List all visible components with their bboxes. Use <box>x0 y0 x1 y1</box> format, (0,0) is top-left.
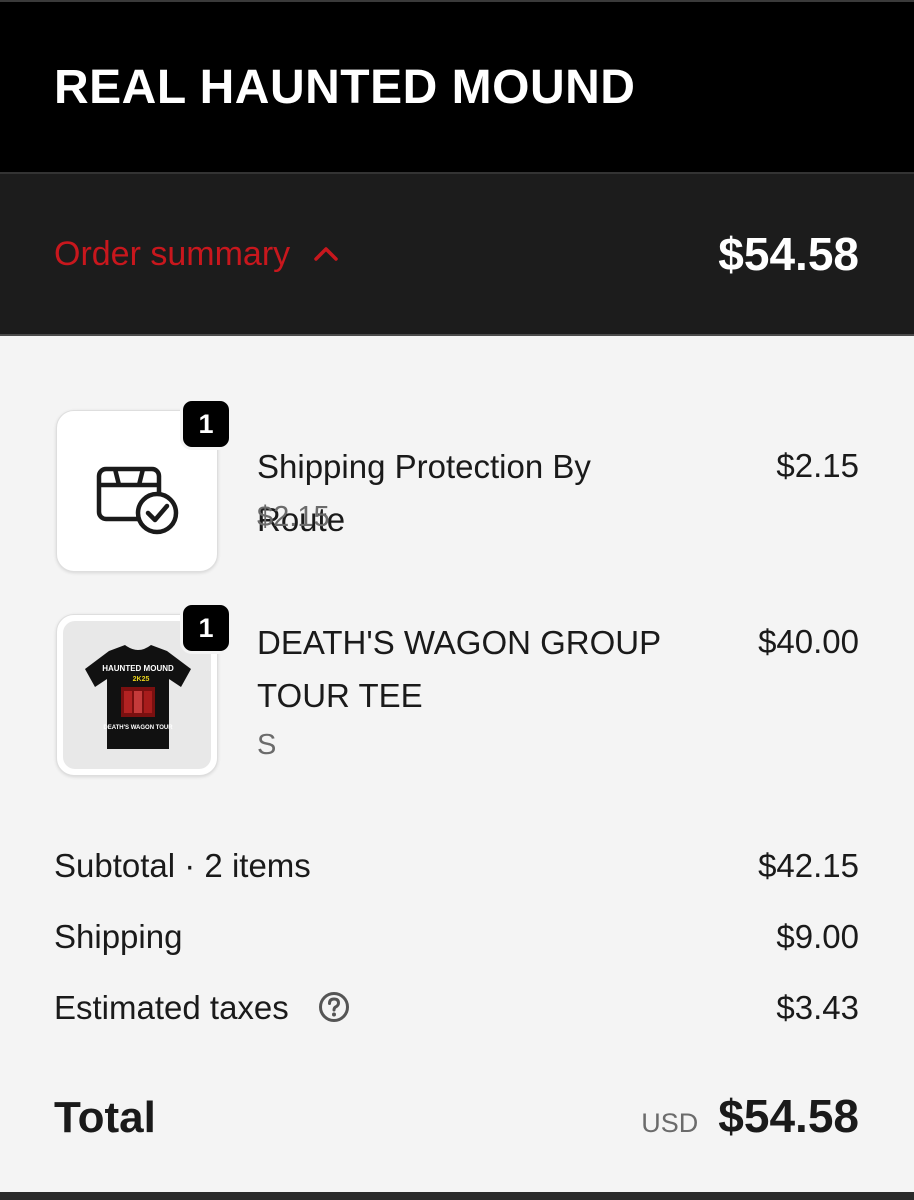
currency-code: USD <box>641 1108 699 1138</box>
taxes-value: $3.43 <box>776 989 859 1026</box>
item-name: DEATH'S WAGON GROUP TOUR TEE <box>257 624 661 714</box>
bottom-divider <box>0 1192 914 1200</box>
item-price: $40.00 <box>758 623 859 660</box>
item-subtitle: S <box>257 729 277 761</box>
total-label: Total <box>54 1093 156 1142</box>
order-summary-total: $54.58 <box>718 228 859 280</box>
package-check-icon <box>93 455 183 540</box>
shipping-label: Shipping <box>54 918 183 955</box>
subtotal-row: Subtotal · 2 items $42.15 <box>54 846 859 886</box>
item-subtitle: $2.15 <box>257 501 330 533</box>
quantity-badge: 1 <box>180 602 232 654</box>
shipping-row: Shipping $9.00 <box>54 917 859 957</box>
order-summary-label: Order summary <box>54 235 291 273</box>
shirt-title: HAUNTED MOUND <box>102 664 174 673</box>
item-price: $2.15 <box>776 447 859 484</box>
shipping-value: $9.00 <box>776 918 859 955</box>
store-header: REAL HAUNTED MOUND <box>0 0 914 172</box>
subtotal-value: $42.15 <box>758 847 859 884</box>
taxes-label: Estimated taxes <box>54 989 289 1026</box>
taxes-row: Estimated taxes $3.43 <box>54 988 859 1028</box>
quantity-badge: 1 <box>180 398 232 450</box>
taxes-label-group: Estimated taxes <box>54 988 350 1028</box>
chevron-up-icon <box>312 244 340 264</box>
total-amount-group: USD $54.58 <box>641 1086 859 1146</box>
order-summary-toggle[interactable]: Order summary <box>54 234 340 274</box>
total-row: Total USD $54.58 <box>54 1086 859 1146</box>
subtotal-label: Subtotal · 2 items <box>54 847 311 884</box>
order-summary-bar: Order summary $54.58 <box>0 172 914 336</box>
question-circle-icon[interactable] <box>318 991 350 1023</box>
total-amount: $54.58 <box>718 1090 859 1142</box>
shirt-year: 2K25 <box>133 676 150 683</box>
store-name[interactable]: REAL HAUNTED MOUND <box>54 60 635 116</box>
shirt-caption: DEATH'S WAGON TOUR <box>103 725 173 731</box>
